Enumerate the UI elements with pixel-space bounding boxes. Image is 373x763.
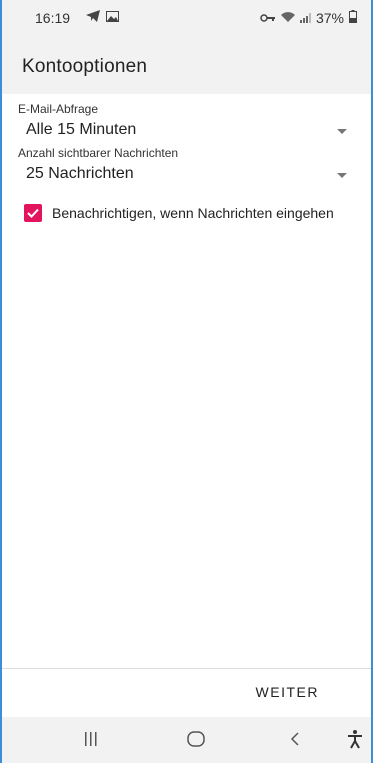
visible-messages-label: Anzahl sichtbarer Nachrichten [18,146,179,160]
vpn-key-icon [260,10,276,26]
back-icon[interactable] [290,731,300,752]
polling-value: Alle 15 Minuten [26,121,137,138]
telegram-icon [86,9,100,25]
recents-icon[interactable] [84,731,98,752]
wifi-icon [280,10,295,26]
signal-icon [299,10,311,26]
visible-messages-dropdown[interactable]: 25 Nachrichten [2,162,371,186]
chevron-down-icon [337,173,347,178]
polling-label: E-Mail-Abfrage [18,102,99,116]
phone-screen: 16:19 37% Kontooptionen E-Mail-Abfrage A… [0,0,373,763]
check-icon [27,208,39,218]
system-nav-bar [2,717,371,763]
page-title: Kontooptionen [22,56,148,77]
status-left-icons [86,9,119,25]
app-bar: Kontooptionen [2,38,371,94]
footer: WEITER [2,669,371,717]
notify-checkbox-row[interactable]: Benachrichtigen, wenn Nachrichten eingeh… [24,204,334,222]
notify-label: Benachrichtigen, wenn Nachrichten eingeh… [52,205,334,221]
next-button[interactable]: WEITER [256,684,319,700]
status-time: 16:19 [35,10,71,26]
home-icon[interactable] [187,731,205,752]
accessibility-icon[interactable] [347,729,363,754]
polling-dropdown[interactable]: Alle 15 Minuten [2,118,371,142]
visible-messages-value: 25 Nachrichten [26,165,134,182]
battery-icon [349,10,357,26]
battery-percent: 37% [315,10,344,26]
status-bar: 16:19 37% [2,0,371,38]
chevron-down-icon [337,129,347,134]
status-right: 37% [260,10,357,26]
notify-checkbox[interactable] [24,204,42,222]
gallery-icon [106,9,119,25]
